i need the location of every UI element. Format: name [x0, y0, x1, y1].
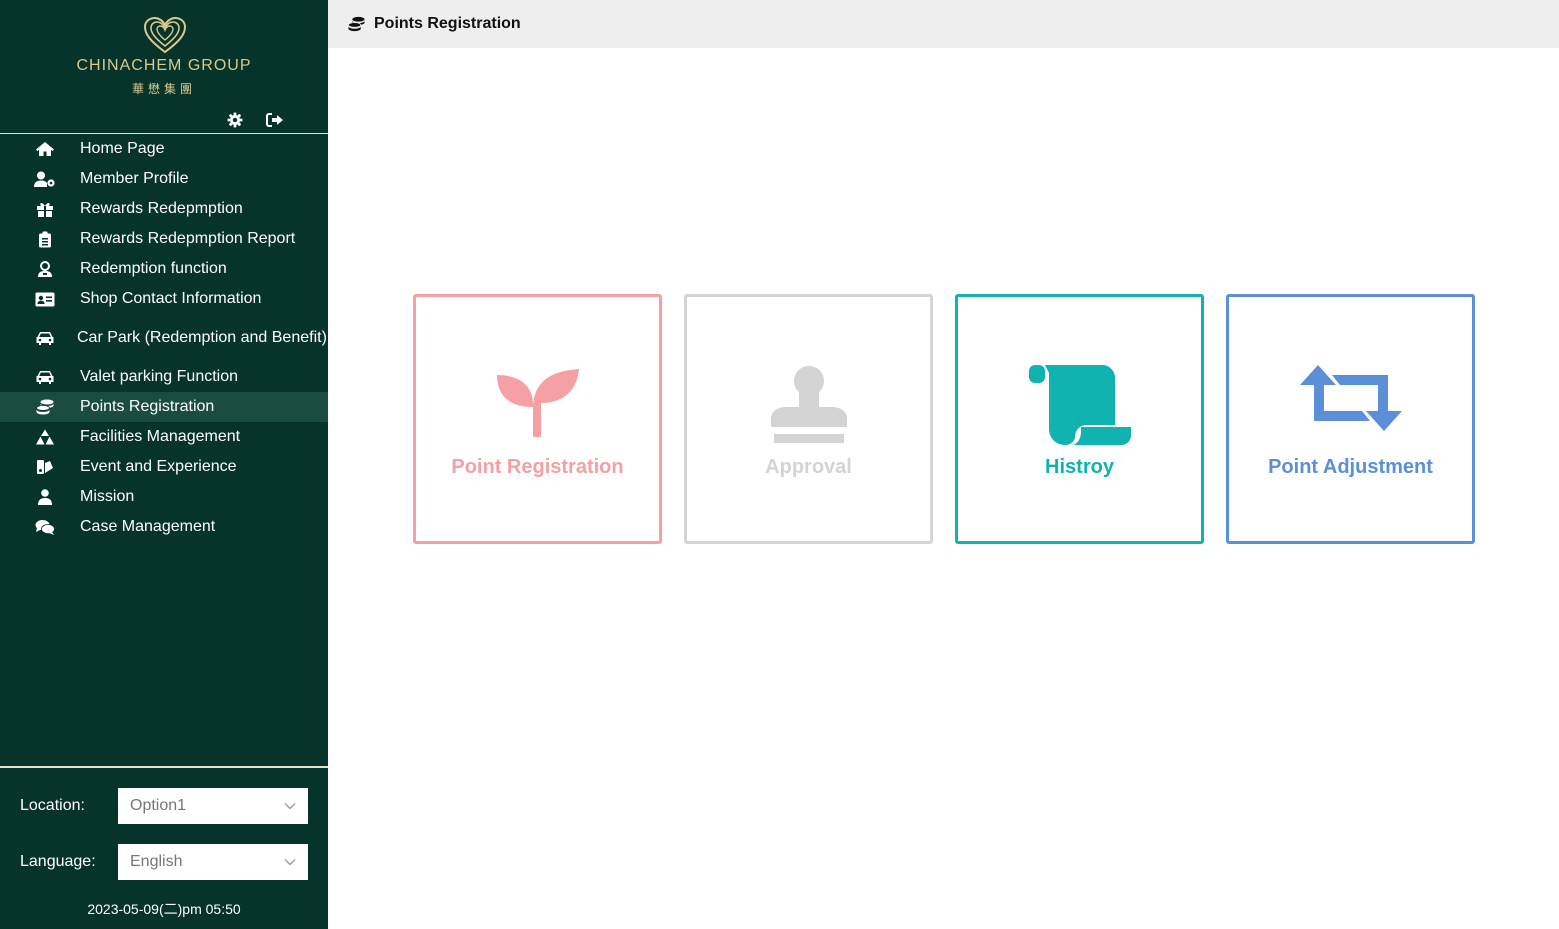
language-label: Language:: [20, 853, 96, 870]
car-icon: [34, 368, 56, 386]
sidebar-item-label: Event and Experience: [80, 458, 237, 475]
sidebar-item-label: Valet parking Function: [80, 368, 239, 385]
user-icon: [34, 488, 56, 506]
sidebar-item-event-and-experience[interactable]: Event and Experience: [0, 452, 328, 482]
history-card[interactable]: Histroy: [955, 294, 1204, 544]
sidebar-item-valet-parking-function[interactable]: Valet parking Function: [0, 362, 328, 392]
point-adjustment-card[interactable]: Point Adjustment: [1226, 294, 1475, 544]
sidebar-item-home-page[interactable]: Home Page: [0, 134, 328, 164]
scroll-icon: [958, 365, 1201, 447]
sidebar-item-points-registration[interactable]: Points Registration: [0, 392, 328, 422]
sidebar: CHINACHEM GROUP 華懋集團 Home Page Member Pr…: [0, 0, 328, 929]
card-label: Histroy: [1045, 456, 1114, 478]
location-label: Location:: [20, 797, 85, 814]
sidebar-item-label: Shop Contact Information: [80, 290, 262, 307]
coins-icon: [348, 16, 365, 32]
chevron-down-icon: [284, 797, 296, 815]
sidebar-nav: Home Page Member Profile Rewards Redepmp…: [0, 134, 328, 542]
sidebar-item-label: Mission: [80, 488, 135, 505]
sidebar-item-rewards-redemption-report[interactable]: Rewards Redepmption Report: [0, 224, 328, 254]
sidebar-item-rewards-redemption[interactable]: Rewards Redepmption: [0, 194, 328, 224]
user-badge-icon: [34, 260, 56, 278]
clipboard-icon: [34, 230, 56, 248]
approval-card[interactable]: Approval: [684, 294, 933, 544]
seedling-icon: [416, 365, 659, 437]
sidebar-item-label: Rewards Redepmption: [80, 200, 243, 217]
sidebar-item-car-park[interactable]: Car Park (Redemption and Benefit): [0, 314, 328, 362]
language-selected-value: English: [130, 853, 183, 870]
card-label: Approval: [765, 456, 852, 478]
chevron-down-icon: [284, 853, 296, 871]
sidebar-item-label: Home Page: [80, 140, 165, 157]
gift-icon: [34, 200, 56, 218]
sidebar-item-label: Facilities Management: [80, 428, 241, 445]
sidebar-footer: Location: Option1 Language: English 2023…: [0, 766, 328, 929]
user-cog-icon: [34, 170, 56, 188]
comments-icon: [34, 518, 56, 536]
sidebar-item-case-management[interactable]: Case Management: [0, 512, 328, 542]
sidebar-item-label: Rewards Redepmption Report: [80, 230, 296, 247]
retweet-icon: [1229, 365, 1472, 431]
point-registration-card[interactable]: Point Registration: [413, 294, 662, 544]
sidebar-item-label: Case Management: [80, 518, 216, 535]
card-label: Point Adjustment: [1268, 456, 1433, 478]
id-card-icon: [34, 290, 56, 308]
card-label: Point Registration: [451, 456, 624, 478]
brand-name-cn: 華懋集團: [131, 82, 196, 96]
stamp-icon: [687, 365, 930, 445]
coins-icon: [34, 398, 56, 416]
current-datetime: 2023-05-09(二)pm 05:50: [87, 901, 241, 917]
car-icon: [34, 329, 56, 347]
logout-icon[interactable]: [266, 111, 284, 129]
sidebar-item-label: Points Registration: [80, 398, 215, 415]
sidebar-item-label: Car Park (Redemption and Benefit): [77, 329, 327, 346]
sidebar-item-redemption-function[interactable]: Redemption function: [0, 254, 328, 284]
sidebar-item-label: Member Profile: [80, 170, 189, 187]
brand-name: CHINACHEM GROUP: [76, 57, 252, 74]
sidebar-item-label: Redemption function: [80, 260, 227, 277]
sidebar-item-shop-contact-information[interactable]: Shop Contact Information: [0, 284, 328, 314]
sitemap-icon: [34, 428, 56, 446]
sidebar-item-mission[interactable]: Mission: [0, 482, 328, 512]
main-content: Point Registration Approval Histroy Poin…: [328, 48, 1559, 929]
home-icon: [34, 140, 56, 158]
logo-area: CHINACHEM GROUP 華懋集團: [0, 0, 328, 134]
location-select[interactable]: Option1: [118, 788, 308, 824]
language-select[interactable]: English: [118, 844, 308, 880]
page-title: Points Registration: [374, 15, 521, 32]
sidebar-item-facilities-management[interactable]: Facilities Management: [0, 422, 328, 452]
page-header: Points Registration: [328, 0, 1559, 48]
palette-icon: [34, 458, 56, 476]
location-selected-value: Option1: [130, 797, 187, 814]
sidebar-item-member-profile[interactable]: Member Profile: [0, 164, 328, 194]
chinachem-logo-icon: [143, 16, 187, 54]
settings-gear-icon[interactable]: [226, 111, 244, 129]
